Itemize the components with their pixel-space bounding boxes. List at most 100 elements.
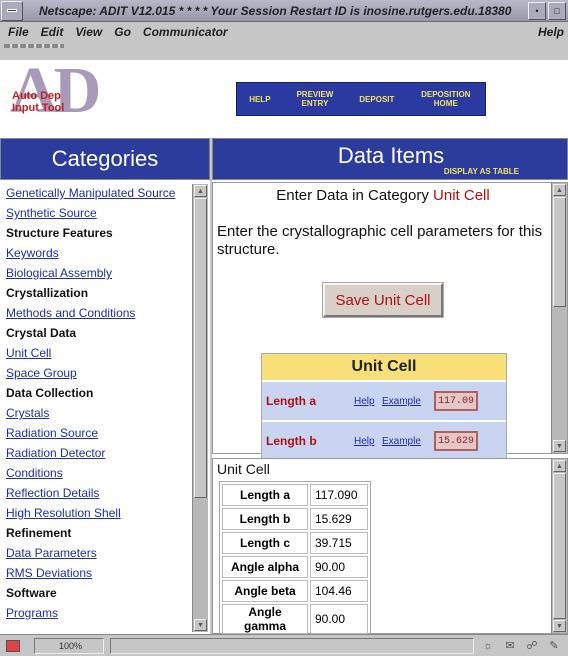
discussion-icon[interactable]: ☍ bbox=[524, 639, 540, 653]
entry-scrollbar[interactable]: ▲ ▼ bbox=[551, 183, 567, 453]
summary-key: Length b bbox=[222, 508, 308, 530]
enter-data-heading: Enter Data in Category Unit Cell bbox=[213, 187, 553, 204]
help-link[interactable]: Help bbox=[354, 396, 382, 407]
category-link[interactable]: Genetically Manipulated Source bbox=[6, 186, 188, 200]
scroll-thumb[interactable] bbox=[553, 197, 566, 307]
summary-row: Angle alpha 90.00 bbox=[222, 556, 368, 578]
menu-bar: File Edit View Go Communicator Help bbox=[0, 22, 568, 42]
nav-bar: HELP PREVIEW ENTRY DEPOSIT DEPOSITION HO… bbox=[236, 82, 486, 116]
categories-heading: Categories bbox=[0, 138, 210, 180]
status-bar: 100% ☼ ✉ ☍ ✎ bbox=[0, 634, 568, 656]
category-group-heading: Data Collection bbox=[6, 386, 94, 400]
title-bar: Netscape: ADIT V12.015 * * * * Your Sess… bbox=[0, 0, 568, 22]
menu-go[interactable]: Go bbox=[114, 25, 131, 39]
menu-file[interactable]: File bbox=[8, 25, 29, 39]
security-lock-icon[interactable] bbox=[6, 639, 20, 652]
minimize-button[interactable]: • bbox=[528, 1, 546, 20]
scroll-thumb[interactable] bbox=[553, 473, 566, 619]
categories-panel: Categories Genetically Manipulated Sourc… bbox=[0, 138, 210, 634]
category-group-heading: Crystal Data bbox=[6, 326, 77, 340]
category-link[interactable]: Programs bbox=[6, 606, 188, 620]
navigator-icon[interactable]: ☼ bbox=[480, 639, 496, 653]
category-group-heading: Structure Features bbox=[6, 226, 113, 240]
enter-data-category: Unit Cell bbox=[433, 187, 490, 204]
menu-view[interactable]: View bbox=[75, 25, 102, 39]
scroll-thumb[interactable] bbox=[194, 198, 207, 498]
display-as-table-link[interactable]: DISPLAY AS TABLE bbox=[444, 167, 519, 176]
summary-key: Length c bbox=[222, 532, 308, 554]
length-a-input[interactable]: 117.09 bbox=[434, 391, 478, 411]
category-link[interactable]: Data Parameters bbox=[6, 546, 188, 560]
menu-edit[interactable]: Edit bbox=[41, 25, 64, 39]
nav-deposit[interactable]: DEPOSIT bbox=[359, 95, 394, 104]
category-link[interactable]: Synthetic Source bbox=[6, 206, 188, 220]
data-items-header: Data Items DISPLAY AS TABLE bbox=[212, 138, 568, 180]
logo-line-1: Auto Dep bbox=[12, 90, 61, 102]
summary-row: Length a 117.090 bbox=[222, 484, 368, 506]
category-list: Genetically Manipulated Source Synthetic … bbox=[6, 186, 188, 630]
example-link[interactable]: Example bbox=[382, 436, 434, 447]
summary-scrollbar[interactable]: ▲ ▼ bbox=[551, 459, 567, 633]
summary-value: 117.090 bbox=[310, 484, 368, 506]
category-link[interactable]: Keywords bbox=[6, 246, 188, 260]
summary-key: Angle alpha bbox=[222, 556, 308, 578]
enter-data-prefix: Enter Data in Category bbox=[276, 187, 434, 204]
scroll-down-arrow-icon[interactable]: ▼ bbox=[194, 619, 207, 631]
category-link[interactable]: Radiation Detector bbox=[6, 446, 188, 460]
nav-deposition-home[interactable]: DEPOSITION HOME bbox=[419, 90, 473, 108]
help-link[interactable]: Help bbox=[354, 436, 382, 447]
category-link[interactable]: Radiation Source bbox=[6, 426, 188, 440]
scroll-up-arrow-icon[interactable]: ▲ bbox=[553, 184, 566, 196]
category-description: Enter the crystallographic cell paramete… bbox=[217, 223, 543, 258]
menu-communicator[interactable]: Communicator bbox=[143, 25, 228, 39]
form-row: Length b Help Example 15.629 bbox=[262, 420, 506, 460]
scroll-up-arrow-icon[interactable]: ▲ bbox=[194, 185, 207, 197]
summary-table: Length a 117.090 Length b 15.629 Length c 39.… bbox=[219, 481, 371, 637]
window-menu-button[interactable] bbox=[1, 0, 23, 21]
category-link[interactable]: High Resolution Shell bbox=[6, 506, 188, 520]
composer-icon[interactable]: ✎ bbox=[546, 639, 562, 653]
summary-row: Length b 15.629 bbox=[222, 508, 368, 530]
summary-key: Length a bbox=[222, 484, 308, 506]
category-link[interactable]: Crystals bbox=[6, 406, 188, 420]
window-title: Netscape: ADIT V12.015 * * * * Your Sess… bbox=[39, 3, 512, 18]
entry-frame: Enter Data in Category Unit Cell Enter t… bbox=[212, 182, 568, 461]
save-unit-cell-button[interactable]: Save Unit Cell bbox=[322, 282, 444, 318]
summary-value: 15.629 bbox=[310, 508, 368, 530]
example-link[interactable]: Example bbox=[382, 396, 434, 407]
window-menu-icon bbox=[7, 9, 17, 12]
adit-logo: AD Auto Dep Input Tool bbox=[10, 58, 101, 132]
summary-value: 104.46 bbox=[310, 580, 368, 602]
status-message bbox=[110, 637, 474, 654]
summary-title: Unit Cell bbox=[217, 461, 270, 477]
category-link[interactable]: Conditions bbox=[6, 466, 188, 480]
mail-icon[interactable]: ✉ bbox=[502, 639, 518, 653]
data-items-panel: Data Items DISPLAY AS TABLE Enter Data i… bbox=[212, 138, 568, 637]
nav-help[interactable]: HELP bbox=[249, 95, 270, 104]
summary-row: Angle gamma 90.00 bbox=[222, 604, 368, 634]
scroll-down-arrow-icon[interactable]: ▼ bbox=[553, 440, 566, 452]
form-row-label: Length b bbox=[266, 434, 317, 448]
categories-scrollbar[interactable]: ▲ ▼ bbox=[192, 184, 208, 632]
category-link[interactable]: Methods and Conditions bbox=[6, 306, 188, 320]
category-link[interactable]: Unit Cell bbox=[6, 346, 188, 360]
scroll-up-arrow-icon[interactable]: ▲ bbox=[553, 460, 566, 472]
logo-line-2: Input Tool bbox=[12, 102, 65, 114]
data-items-heading: Data Items bbox=[337, 143, 445, 168]
menu-help[interactable]: Help bbox=[538, 25, 564, 39]
length-b-input[interactable]: 15.629 bbox=[434, 431, 478, 451]
category-link[interactable]: Space Group bbox=[6, 366, 188, 380]
summary-key: Angle beta bbox=[222, 580, 308, 602]
category-group-heading: Crystallization bbox=[6, 286, 89, 300]
unit-cell-form: Unit Cell Length a Help Example 117.09 L… bbox=[261, 353, 507, 461]
category-link[interactable]: Biological Assembly bbox=[6, 266, 188, 280]
toolbar-grip[interactable] bbox=[4, 44, 64, 48]
maximize-button[interactable]: □ bbox=[548, 1, 566, 20]
category-link[interactable]: RMS Deviations bbox=[6, 566, 188, 580]
scroll-down-arrow-icon[interactable]: ▼ bbox=[553, 620, 566, 632]
page-header: AD Auto Dep Input Tool HELP PREVIEW ENTR… bbox=[0, 58, 568, 138]
nav-preview-entry[interactable]: PREVIEW ENTRY bbox=[295, 90, 335, 108]
summary-row: Length c 39.715 bbox=[222, 532, 368, 554]
category-link[interactable]: Reflection Details bbox=[6, 486, 188, 500]
summary-row: Angle beta 104.46 bbox=[222, 580, 368, 602]
